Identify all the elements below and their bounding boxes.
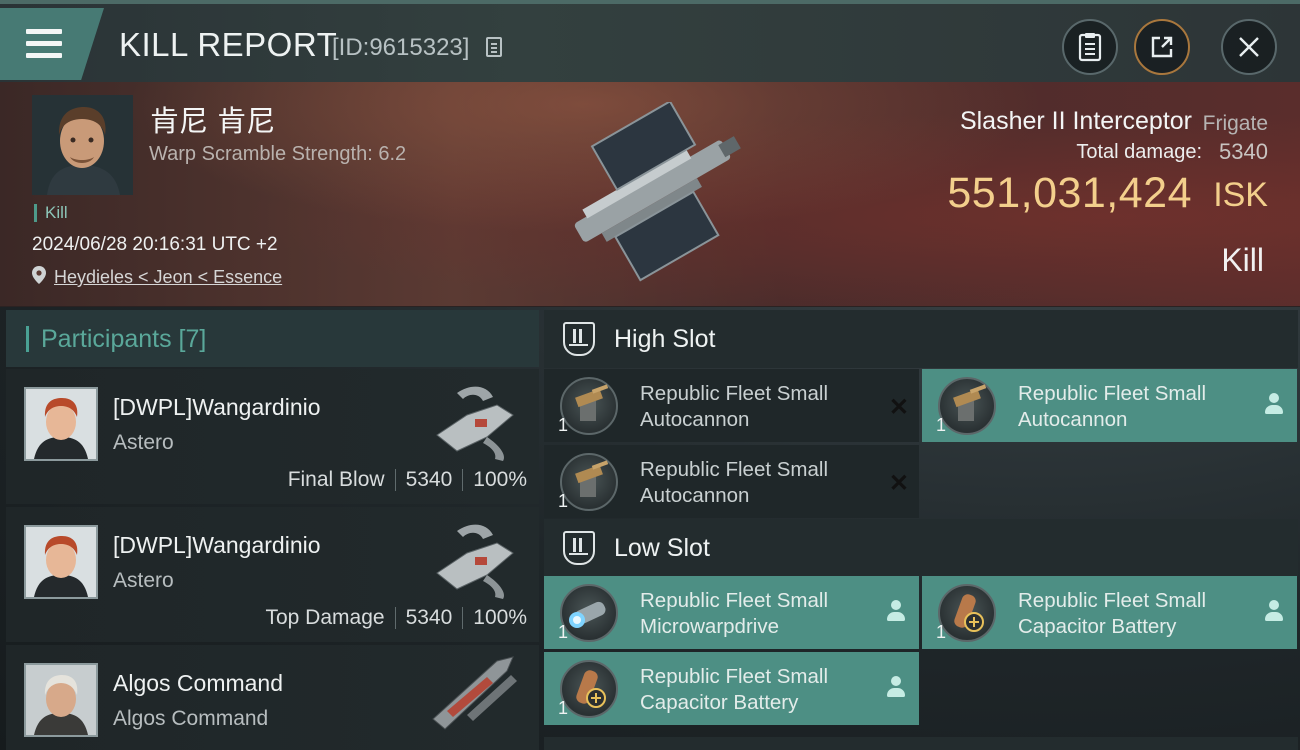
isk-value: 551,031,424 [947,169,1192,217]
menu-button[interactable] [0,8,104,80]
autocannon-icon [560,377,618,435]
low-slot-icon [563,531,595,565]
participant-stats: Top Damage 5340 100% [265,606,527,630]
participant-role: Final Blow [287,468,385,491]
participant-ship-render [436,386,514,461]
divider [394,469,396,491]
destroyed-icon: ✕ [888,470,909,497]
victim-banner: 肯尼 肯尼 Warp Scramble Strength: 6.2 Kill 2… [0,82,1300,307]
participant-role: Top Damage [265,606,385,629]
participant-name[interactable]: [DWPL]Wangardinio [113,394,321,421]
participant-ship: Astero [113,431,174,454]
clipboard-button[interactable] [1062,19,1118,75]
item-quantity: 1 [558,698,569,718]
participants-header: Participants [7] [6,310,539,367]
fitting-item[interactable]: 1 Republic Fleet Small Autocannon ✕ [544,369,919,442]
microwarpdrive-icon [560,584,618,642]
capacitor-battery-icon [560,660,618,718]
ship-render [574,102,741,282]
autocannon-icon [560,453,618,511]
dropped-person-icon [887,676,905,698]
kill-timestamp: 2024/06/28 20:16:31 UTC +2 [32,234,278,255]
participant-row[interactable]: [DWPL]Wangardinio Astero Final Blow 5340… [6,369,539,504]
high-slot-header: High Slot [544,310,1298,368]
participant-ship-render [436,524,514,599]
item-name: Republic Fleet Small Autocannon [640,382,828,431]
participant-damage: 5340 [405,606,453,629]
item-name: Republic Fleet Small Microwarpdrive [640,589,828,638]
share-icon [1151,36,1173,58]
fitting-item[interactable]: 1 Republic Fleet Small Autocannon [922,369,1297,442]
dropped-person-icon [887,600,905,622]
participant-stats: Final Blow 5340 100% [288,468,527,492]
item-name: Republic Fleet Small Autocannon [1018,382,1206,431]
item-quantity: 1 [936,622,947,642]
location-link[interactable]: Heydieles < Jeon < Essence [54,267,282,288]
participant-avatar[interactable] [24,663,98,737]
kill-tag: Kill [34,204,68,222]
divider [462,607,464,629]
report-id: [ID:9615323] [332,34,470,61]
participant-ship-render [432,656,517,730]
participant-avatar[interactable] [24,525,98,599]
high-slot-title: High Slot [614,324,716,353]
clipboard-icon [1078,33,1102,62]
divider [394,607,396,629]
ship-name[interactable]: Slasher II Interceptor [960,107,1192,136]
item-name: Republic Fleet Small Capacitor Battery [640,665,828,714]
victim-name[interactable]: 肯尼 肯尼 [150,98,275,140]
item-quantity: 1 [558,491,569,511]
victim-portrait[interactable] [32,95,133,195]
item-name: Republic Fleet Small Capacitor Battery [1018,589,1206,638]
victim-subtitle: Warp Scramble Strength: 6.2 [149,143,407,165]
participant-percent: 100% [473,468,527,491]
total-damage-label: Total damage: [1076,141,1202,163]
fitting-item[interactable]: 1 Republic Fleet Small Capacitor Battery [544,652,919,725]
ship-class: Frigate [1202,112,1268,135]
fitting-item[interactable]: 1 Republic Fleet Small Capacitor Battery [922,576,1297,649]
participant-avatar[interactable] [24,387,98,461]
close-icon [1239,37,1259,57]
participant-damage: 5340 [405,468,453,491]
participant-name[interactable]: [DWPL]Wangardinio [113,532,321,559]
page-title: KILL REPORT [119,26,338,63]
isk-unit: ISK [1213,176,1268,214]
high-slot-icon [563,322,595,356]
location-pin-icon [32,266,46,284]
participants-title: Participants [7] [26,325,206,352]
top-bar: KILL REPORT [ID:9615323] [0,0,1300,82]
participant-name[interactable]: Algos Command [113,670,283,697]
item-quantity: 1 [558,622,569,642]
item-name: Republic Fleet Small Autocannon [640,458,828,507]
item-quantity: 1 [936,415,947,435]
dropped-person-icon [1265,600,1283,622]
copy-id-icon[interactable] [486,37,502,57]
capacitor-battery-icon [938,584,996,642]
participant-row[interactable]: Algos Command Algos Command [6,645,539,750]
participant-percent: 100% [473,606,527,629]
divider [462,469,464,491]
result-label: Kill [1221,242,1264,278]
share-button[interactable] [1134,19,1190,75]
low-slot-header: Low Slot [544,519,1298,577]
destroyed-icon: ✕ [888,394,909,421]
next-slot-header [544,737,1298,750]
fitting-item[interactable]: 1 Republic Fleet Small Microwarpdrive [544,576,919,649]
total-damage-value: 5340 [1219,139,1268,164]
dropped-person-icon [1265,393,1283,415]
item-quantity: 1 [558,415,569,435]
participant-ship: Astero [113,569,174,592]
fitting-item[interactable]: 1 Republic Fleet Small Autocannon ✕ [544,445,919,518]
participant-row[interactable]: [DWPL]Wangardinio Astero Top Damage 5340… [6,507,539,642]
autocannon-icon [938,377,996,435]
participant-ship: Algos Command [113,707,269,730]
low-slot-title: Low Slot [614,533,710,562]
close-button[interactable] [1221,19,1277,75]
